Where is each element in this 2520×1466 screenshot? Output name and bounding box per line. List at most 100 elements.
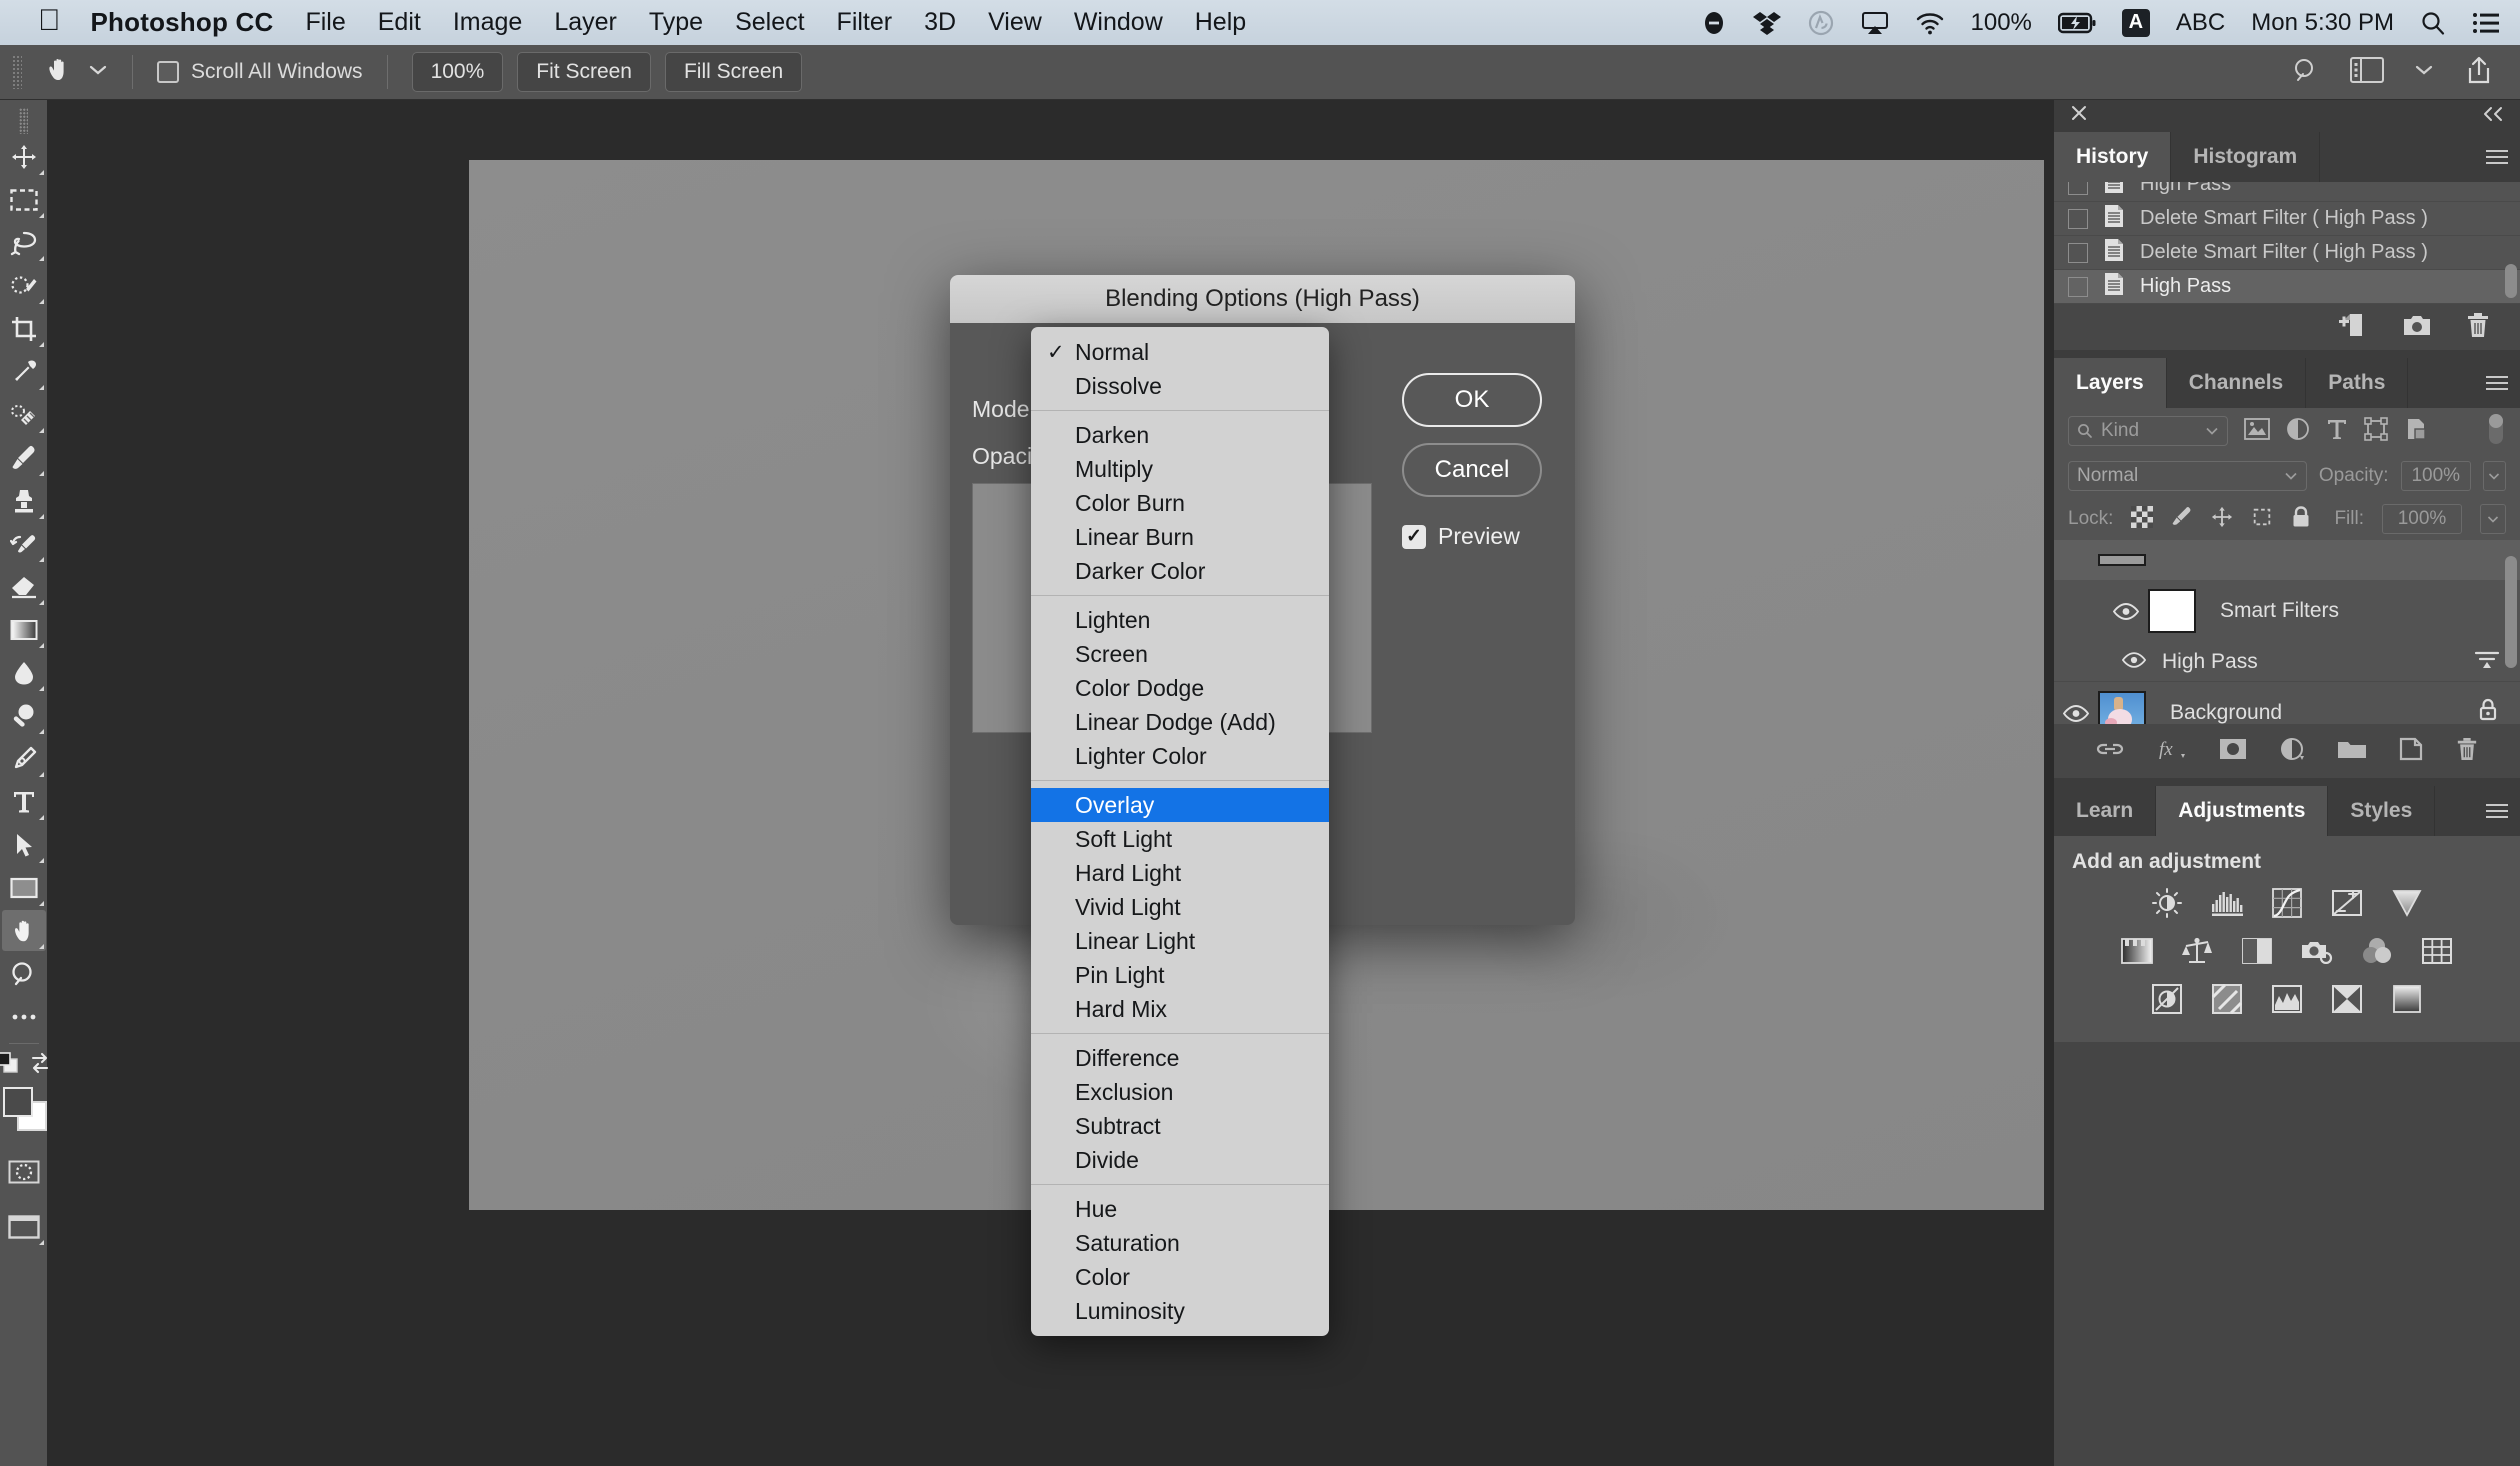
zoom-100-button[interactable]: 100%: [412, 52, 504, 92]
curves-icon[interactable]: [2270, 886, 2304, 920]
black-white-icon[interactable]: [2240, 934, 2274, 968]
zoom-tool[interactable]: [2, 953, 46, 994]
edit-toolbar-tool[interactable]: [2, 996, 46, 1037]
fit-screen-button[interactable]: Fit Screen: [517, 52, 651, 92]
history-scrollbar[interactable]: [2505, 264, 2517, 298]
tab-styles[interactable]: Styles: [2328, 786, 2435, 836]
menu-type[interactable]: Type: [649, 8, 703, 37]
hand-tool[interactable]: [2, 910, 46, 951]
close-icon[interactable]: [2070, 104, 2088, 128]
blend-mode-item-linear-burn[interactable]: Linear Burn: [1031, 520, 1329, 554]
collapse-panel-icon[interactable]: [2482, 105, 2504, 128]
tab-channels[interactable]: Channels: [2167, 358, 2307, 408]
cancel-button[interactable]: Cancel: [1402, 443, 1542, 497]
tab-layers[interactable]: Layers: [2054, 358, 2167, 408]
delete-icon[interactable]: [2466, 312, 2490, 343]
blend-mode-item-hard-mix[interactable]: Hard Mix: [1031, 992, 1329, 1026]
blend-mode-item-saturation[interactable]: Saturation: [1031, 1226, 1329, 1260]
share-icon[interactable]: [2464, 55, 2494, 90]
brush-tool[interactable]: [2, 437, 46, 478]
search-icon[interactable]: [2420, 10, 2446, 36]
blend-mode-popup-menu[interactable]: ✓NormalDissolveDarkenMultiplyColor BurnL…: [1031, 327, 1329, 1336]
blend-mode-item-lighten[interactable]: Lighten: [1031, 603, 1329, 637]
history-item[interactable]: Delete Smart Filter ( High Pass ): [2054, 236, 2520, 270]
blend-mode-item-difference[interactable]: Difference: [1031, 1041, 1329, 1075]
quick-mask-icon[interactable]: [2, 1151, 46, 1192]
chevron-down-icon[interactable]: [2414, 63, 2434, 82]
blend-mode-item-lighter-color[interactable]: Lighter Color: [1031, 739, 1329, 773]
levels-icon[interactable]: [2210, 886, 2244, 920]
blend-mode-item-pin-light[interactable]: Pin Light: [1031, 958, 1329, 992]
delete-layer-icon[interactable]: [2456, 737, 2478, 766]
lock-transparent-pixels-icon[interactable]: [2131, 506, 2153, 533]
path-selection-tool[interactable]: [2, 824, 46, 865]
lock-position-icon[interactable]: [2211, 506, 2233, 533]
layer-lock-icon[interactable]: [2478, 698, 2498, 724]
screen-mode-icon[interactable]: [2, 1206, 46, 1247]
menu-window[interactable]: Window: [1074, 8, 1163, 37]
blend-mode-item-divide[interactable]: Divide: [1031, 1143, 1329, 1177]
blend-mode-item-multiply[interactable]: Multiply: [1031, 452, 1329, 486]
filter-visibility-toggle[interactable]: [2122, 650, 2146, 674]
filter-blending-options-icon[interactable]: [2474, 649, 2500, 675]
search-icon[interactable]: [2292, 56, 2320, 89]
history-snapshot-checkbox[interactable]: [2068, 182, 2088, 195]
new-snapshot-icon[interactable]: [2402, 313, 2432, 342]
blend-mode-item-dissolve[interactable]: Dissolve: [1031, 369, 1329, 403]
layer-visibility-toggle[interactable]: [2054, 705, 2098, 722]
color-swatches[interactable]: [1, 1085, 47, 1135]
new-layer-icon[interactable]: [2399, 737, 2423, 766]
crop-tool[interactable]: [2, 308, 46, 349]
dodge-tool[interactable]: [2, 695, 46, 736]
tab-history[interactable]: History: [2054, 132, 2171, 182]
history-snapshot-checkbox[interactable]: [2068, 209, 2088, 229]
new-document-from-state-icon[interactable]: [2338, 312, 2368, 343]
blend-mode-item-soft-light[interactable]: Soft Light: [1031, 822, 1329, 856]
pen-tool[interactable]: [2, 738, 46, 779]
menu-filter[interactable]: Filter: [837, 8, 893, 37]
new-group-icon[interactable]: [2337, 738, 2367, 765]
app-name-menu[interactable]: Photoshop CC: [91, 7, 274, 38]
current-tool-preset[interactable]: [44, 55, 108, 90]
blend-mode-item-vivid-light[interactable]: Vivid Light: [1031, 890, 1329, 924]
vibrance-icon[interactable]: [2390, 886, 2424, 920]
blend-mode-item-luminosity[interactable]: Luminosity: [1031, 1294, 1329, 1328]
filter-type-icon[interactable]: [2326, 417, 2348, 446]
gradient-tool[interactable]: [2, 609, 46, 650]
blend-mode-item-linear-light[interactable]: Linear Light: [1031, 924, 1329, 958]
panel-menu-icon[interactable]: [2474, 132, 2520, 182]
blur-tool[interactable]: [2, 652, 46, 693]
blend-mode-item-overlay[interactable]: Overlay: [1031, 788, 1329, 822]
opacity-stepper[interactable]: [2483, 461, 2506, 491]
options-bar-grip[interactable]: [12, 55, 22, 89]
color-lookup-icon[interactable]: [2420, 934, 2454, 968]
rectangle-tool[interactable]: [2, 867, 46, 908]
filter-adjustment-icon[interactable]: [2286, 417, 2310, 446]
lasso-tool[interactable]: [2, 222, 46, 263]
scroll-all-windows-checkbox[interactable]: Scroll All Windows: [157, 60, 363, 84]
photo-filter-icon[interactable]: [2300, 934, 2334, 968]
layer-style-icon[interactable]: fx: [2157, 737, 2187, 766]
layer-row[interactable]: Background: [2054, 682, 2520, 724]
menu-image[interactable]: Image: [453, 8, 522, 37]
layer-row-partial[interactable]: [2054, 540, 2520, 580]
quick-selection-tool[interactable]: [2, 265, 46, 306]
layer-thumbnail[interactable]: [2098, 691, 2146, 724]
opacity-value[interactable]: 100%: [2401, 461, 2471, 491]
move-tool[interactable]: [2, 136, 46, 177]
spot-healing-brush-tool[interactable]: [2, 394, 46, 435]
smart-filters-mask-thumbnail[interactable]: [2148, 589, 2196, 633]
foreground-color-swatch[interactable]: [3, 1087, 33, 1117]
preview-checkbox[interactable]: ✓ Preview: [1402, 523, 1520, 550]
layer-filter-kind-select[interactable]: Kind: [2068, 416, 2228, 446]
gradient-map-icon[interactable]: [2390, 982, 2424, 1016]
blend-mode-item-normal[interactable]: ✓Normal: [1031, 335, 1329, 369]
history-list[interactable]: High Pass Delete Smart Filter ( High Pass…: [2054, 182, 2520, 304]
history-item[interactable]: High Pass: [2054, 182, 2520, 202]
layer-blend-mode-select[interactable]: Normal: [2068, 461, 2307, 491]
brightness-contrast-icon[interactable]: [2150, 886, 2184, 920]
layer-mask-icon[interactable]: [2219, 738, 2247, 765]
tab-paths[interactable]: Paths: [2306, 358, 2408, 408]
layers-list[interactable]: Smart Filters High Pass: [2054, 540, 2520, 724]
airplay-icon[interactable]: [1861, 11, 1889, 35]
